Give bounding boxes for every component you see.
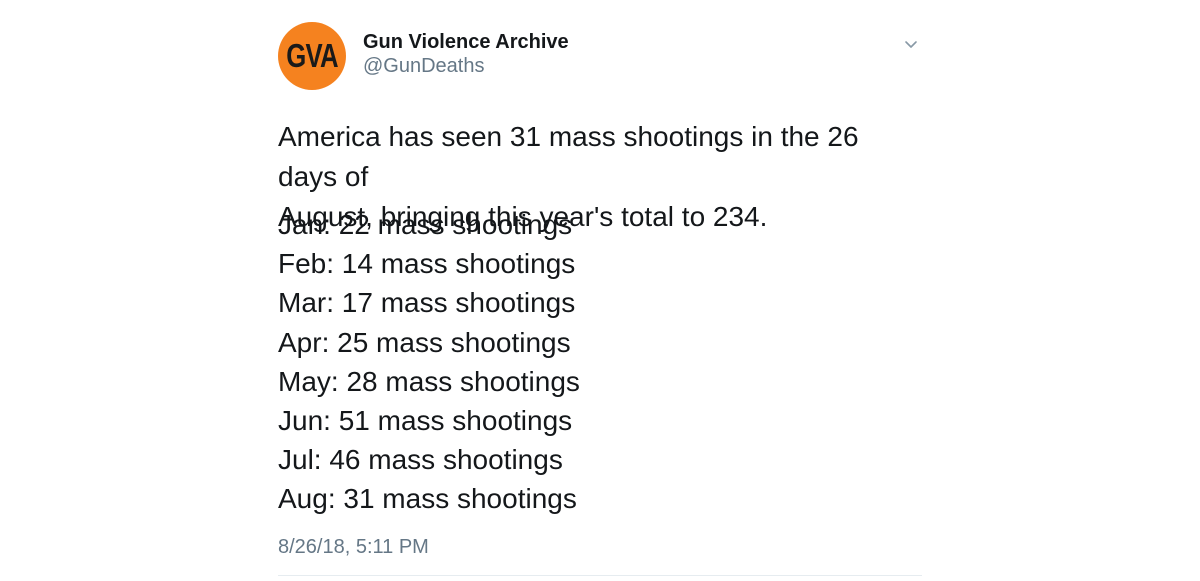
display-name[interactable]: Gun Violence Archive <box>363 31 569 54</box>
timestamp[interactable]: 8/26/18, 5:11 PM <box>278 536 429 559</box>
list-item: Feb: 14 mass shootings <box>278 248 576 280</box>
list-item: Mar: 17 mass shootings <box>278 287 576 319</box>
list-item: Jun: 51 mass shootings <box>278 404 573 436</box>
monthly-list: Jan: 22 mass shootings Feb: 14 mass shoo… <box>278 205 580 519</box>
divider <box>278 575 922 576</box>
chevron-down-icon[interactable] <box>903 36 919 52</box>
list-item: Apr: 25 mass shootings <box>278 326 571 358</box>
user-handle[interactable]: @GunDeaths <box>363 55 484 78</box>
tweet-text-line: America has seen 31 mass shootings in th… <box>278 121 859 192</box>
avatar[interactable]: GVA <box>278 22 346 90</box>
avatar-logo-text: GVA <box>286 37 338 74</box>
tweet: GVA Gun Violence Archive @GunDeaths Amer… <box>278 0 922 581</box>
list-item: Jul: 46 mass shootings <box>278 444 563 476</box>
list-item: Aug: 31 mass shootings <box>278 483 577 515</box>
list-item: Jan: 22 mass shootings <box>278 209 573 240</box>
list-item: May: 28 mass shootings <box>278 365 580 397</box>
